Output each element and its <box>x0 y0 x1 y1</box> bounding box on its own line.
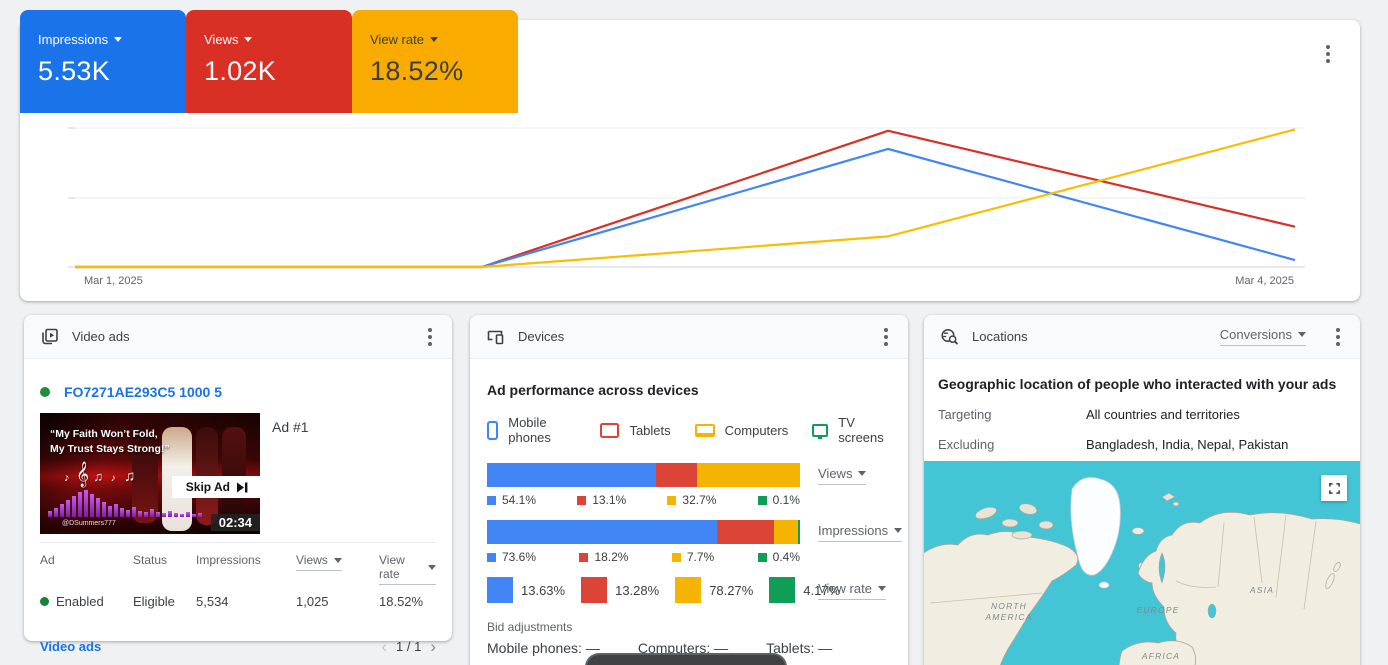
excluding-row: Excluding Bangladesh, India, Nepal, Paki… <box>938 437 1289 452</box>
thumbnail-quote: “My Faith Won’t Fold, My Trust Stays Str… <box>50 428 170 455</box>
map-label-africa: AFRICA <box>1141 651 1180 661</box>
video-ads-card: Video ads FO7271AE293C5 1000 5 “My Faith… <box>24 315 452 655</box>
locations-heading: Geographic location of people who intera… <box>938 376 1337 392</box>
skip-ad-button[interactable]: Skip Ad <box>171 476 260 498</box>
video-ads-card-header: Video ads <box>24 315 452 359</box>
col-header-views-sort[interactable]: Views <box>296 553 342 571</box>
legend-label: TV screens <box>838 415 884 445</box>
metric-chip-views[interactable]: Views 1.02K <box>186 10 352 113</box>
performance-chart-card: Impressions 5.53K Views 1.02K View rate … <box>20 10 1360 301</box>
metric-chip-impressions[interactable]: Impressions 5.53K <box>20 10 186 113</box>
legend-label: Tablets <box>629 422 671 438</box>
col-header-status: Status <box>133 553 168 567</box>
locations-globe-search-icon <box>941 328 958 344</box>
computer-icon <box>694 423 715 437</box>
campaign-row[interactable]: FO7271AE293C5 1000 5 <box>40 384 436 400</box>
enabled-dot-icon <box>40 597 49 606</box>
map-label-north-america: NORTH <box>991 601 1027 611</box>
skip-next-icon <box>237 482 248 492</box>
video-ads-footer-link[interactable]: Video ads <box>40 639 101 654</box>
page-prev-button[interactable]: ‹ <box>381 638 387 655</box>
devices-icon <box>487 330 504 344</box>
music-notes-icon: ♪ 𝄞 ♫ ♪ ♫ <box>64 461 136 486</box>
x-axis-label-start: Mar 1, 2025 <box>84 275 143 287</box>
bid-adjustments-title: Bid adjustments <box>487 620 573 634</box>
ad-number-label: Ad #1 <box>272 419 309 435</box>
conversions-dropdown[interactable]: Conversions <box>1219 327 1306 346</box>
impressions-metric-dropdown[interactable]: Impressions <box>818 523 903 542</box>
tablet-icon <box>600 422 620 438</box>
cell-status: Eligible <box>133 594 175 609</box>
metric-chip-view-rate[interactable]: View rate 18.52% <box>352 10 518 113</box>
locations-card: Locations Conversions Geographic locatio… <box>924 315 1360 665</box>
chevron-down-icon <box>333 557 342 563</box>
chevron-down-icon <box>114 37 123 42</box>
campaign-status-dot <box>40 387 50 397</box>
ad-stats-table: Ad Status Impressions Views View rate En… <box>40 542 436 609</box>
metric-chip-label[interactable]: Impressions <box>38 32 108 47</box>
map-label-asia: ASIA <box>1249 585 1274 595</box>
watermark-text: @DSummers777 <box>62 520 116 527</box>
card-title: Locations <box>972 329 1028 344</box>
devices-heading: Ad performance across devices <box>487 382 699 398</box>
map-label-europe: EUROPE <box>1136 605 1179 615</box>
metric-chip-value: 5.53K <box>38 56 111 86</box>
video-duration-badge: 02:34 <box>210 514 260 531</box>
col-header-impressions: Impressions <box>196 553 261 567</box>
metric-chips: Impressions 5.53K Views 1.02K View rate … <box>20 10 518 113</box>
cell-view-rate: 18.52% <box>379 594 424 609</box>
chevron-down-icon <box>877 585 886 591</box>
views-bar-labels: 54.1% 13.1% 32.7% 0.1% <box>487 493 800 507</box>
x-axis-label-end: Mar 4, 2025 <box>1235 275 1294 287</box>
page-indicator: 1 / 1 <box>396 639 422 654</box>
fullscreen-icon <box>1328 482 1340 494</box>
devices-card: Devices Ad performance across devices Mo… <box>470 315 908 665</box>
page-next-button[interactable]: › <box>430 638 436 655</box>
video-ad-thumbnail[interactable]: “My Faith Won’t Fold, My Trust Stays Str… <box>40 413 260 534</box>
chevron-down-icon <box>428 564 436 570</box>
mobile-phone-icon <box>487 420 499 440</box>
impressions-stacked-bar <box>487 520 800 544</box>
chevron-down-icon <box>244 37 253 42</box>
chevron-down-icon <box>1298 332 1306 337</box>
views-metric-dropdown[interactable]: Views <box>818 466 867 485</box>
col-header-view-rate-sort[interactable]: View rate <box>379 553 436 585</box>
cell-ad-status: Enabled <box>40 594 133 609</box>
trend-line-chart <box>68 127 1305 269</box>
chart-card-menu-button[interactable] <box>1316 42 1340 66</box>
view-rate-metric-dropdown[interactable]: View rate <box>818 581 886 600</box>
locations-card-header: Locations Conversions <box>924 315 1360 359</box>
map-fullscreen-button[interactable] <box>1321 475 1347 501</box>
devices-card-header: Devices <box>470 315 908 359</box>
svg-text:AMERICA: AMERICA <box>984 612 1032 622</box>
campaign-name-link[interactable]: FO7271AE293C5 1000 5 <box>64 384 222 400</box>
card-title: Video ads <box>72 329 130 344</box>
video-ads-icon <box>42 328 58 344</box>
card-title: Devices <box>518 329 565 344</box>
world-map[interactable]: NORTH AMERICA EUROPE ASIA AFRICA <box>924 461 1360 665</box>
device-legend: Mobile phones Tablets Computers TV scree… <box>487 415 891 445</box>
impressions-bar-labels: 73.6% 18.2% 7.7% 0.4% <box>487 550 800 564</box>
metric-chip-label[interactable]: View rate <box>370 32 424 47</box>
view-rate-squares: 13.63% 13.28% 78.27% 4.17% <box>487 577 840 603</box>
metric-chip-label[interactable]: Views <box>204 32 238 47</box>
chevron-down-icon <box>858 470 867 476</box>
media-overlay-pill[interactable] <box>585 653 787 665</box>
pagination: ‹ 1 / 1 › <box>381 638 436 655</box>
targeting-row: Targeting All countries and territories <box>938 407 1240 422</box>
legend-label: Mobile phones <box>508 415 551 445</box>
cell-views: 1,025 <box>296 594 329 609</box>
col-header-ad: Ad <box>40 553 55 567</box>
legend-label: Computers <box>724 422 789 438</box>
cell-impressions: 5,534 <box>196 594 229 609</box>
locations-menu-button[interactable] <box>1326 325 1350 349</box>
devices-menu-button[interactable] <box>874 325 898 349</box>
views-stacked-bar <box>487 463 800 487</box>
chevron-down-icon <box>429 37 438 42</box>
tv-screen-icon <box>812 423 829 439</box>
metric-chip-value: 18.52% <box>370 56 464 86</box>
chevron-down-icon <box>894 527 903 533</box>
video-ads-menu-button[interactable] <box>418 325 442 349</box>
metric-chip-value: 1.02K <box>204 56 277 86</box>
